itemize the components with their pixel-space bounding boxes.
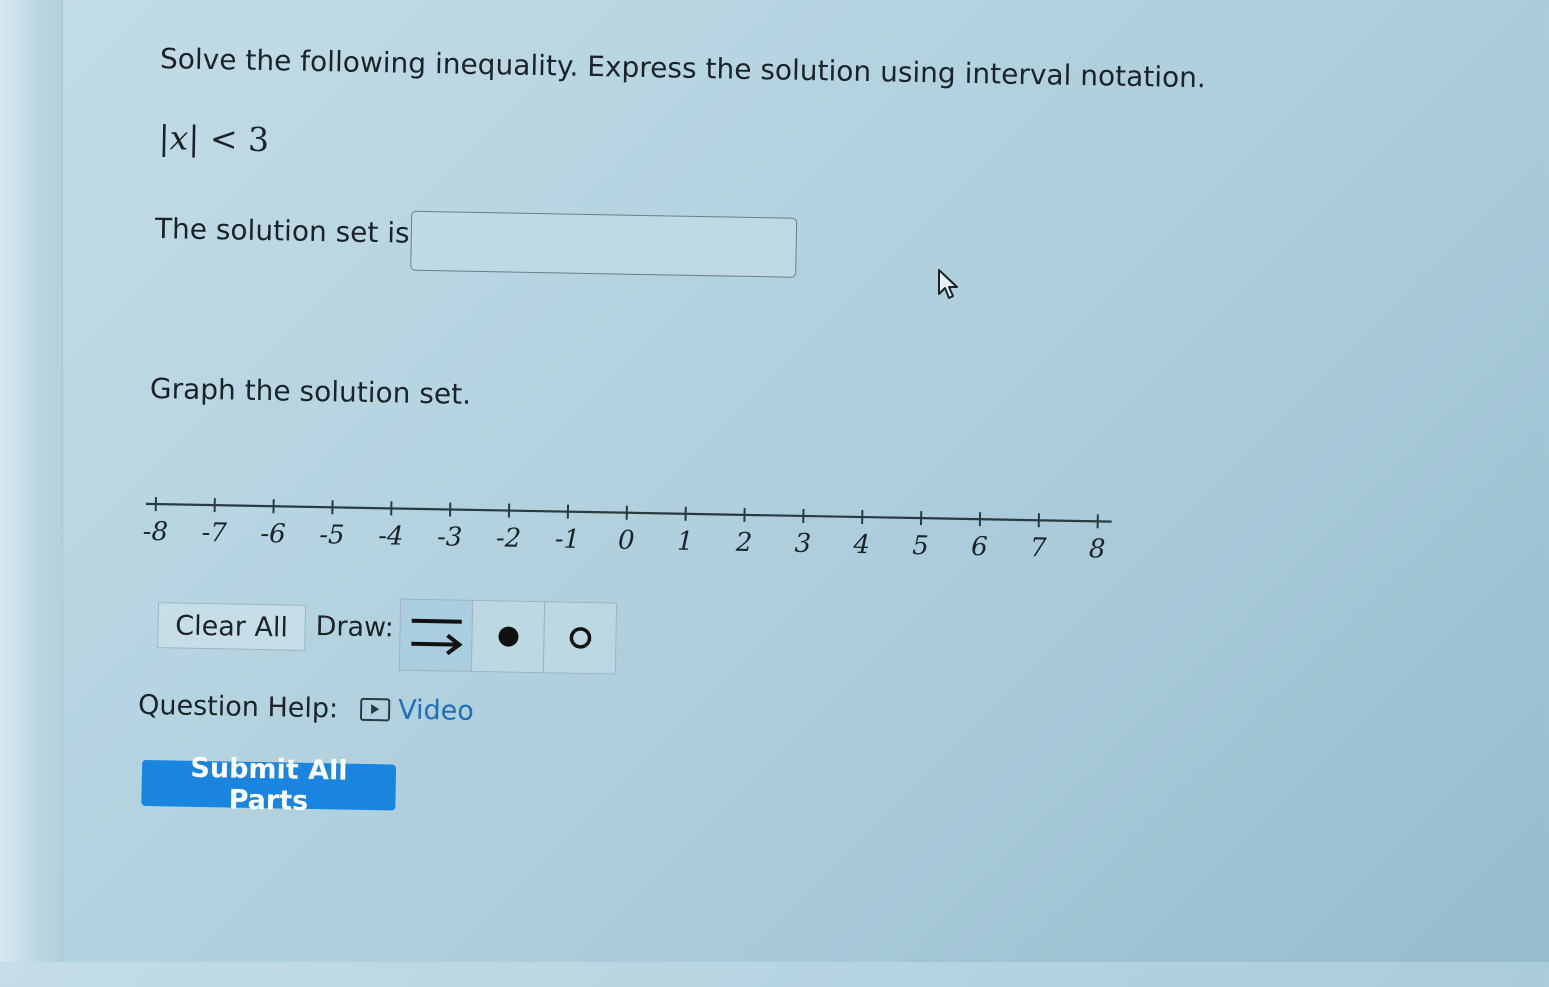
number-line-label: -5 (319, 520, 345, 550)
ray-tool-icon (407, 612, 466, 659)
number-line-label: 1 (677, 527, 694, 557)
number-line-label: 2 (734, 528, 752, 558)
question-help-label: Question Help: (138, 690, 339, 725)
number-line-label: 4 (852, 530, 870, 560)
number-line-label: -2 (496, 523, 522, 553)
number-line-label: -1 (554, 524, 580, 554)
number-line-label: -8 (142, 517, 168, 547)
mouse-pointer-icon (937, 268, 959, 302)
draw-label: Draw: (315, 611, 394, 643)
number-line-label: -4 (378, 521, 404, 551)
question-instruction: Solve the following inequality. Express … (160, 42, 1206, 94)
solution-input[interactable] (410, 211, 797, 278)
number-line-label: -6 (260, 519, 286, 549)
number-line[interactable]: -8 -7 -6 -5 -4 -3 -2 -1 0 1 2 3 4 5 6 7 8 (131, 484, 1132, 572)
draw-toolbar: Clear All Draw: (157, 594, 158, 666)
number-line-label: 6 (971, 532, 988, 562)
closed-dot-icon (493, 621, 524, 652)
submit-all-parts-button[interactable]: Submit All Parts (141, 760, 396, 811)
number-line-label: 0 (618, 526, 635, 556)
open-dot-icon (565, 623, 596, 654)
clear-all-button[interactable]: Clear All (157, 602, 306, 651)
question-panel: Solve the following inequality. Express … (0, 0, 1549, 987)
closed-dot-tool-button[interactable] (471, 600, 545, 673)
number-line-label: -3 (437, 522, 463, 552)
variable-x: x (169, 118, 188, 157)
video-play-icon (360, 698, 390, 722)
number-line-label: 8 (1089, 534, 1106, 564)
inequality-operator: < (210, 119, 238, 159)
video-link-label: Video (398, 695, 474, 727)
number-line-label: 7 (1030, 533, 1048, 563)
inequality-rhs: 3 (248, 120, 270, 159)
open-dot-tool-button[interactable] (543, 601, 617, 674)
number-line-label: 5 (912, 531, 929, 561)
video-help-link[interactable]: Video (360, 694, 474, 727)
number-line-label: 3 (794, 529, 811, 559)
solution-label: The solution set is (155, 212, 410, 250)
number-line-label: -7 (201, 518, 227, 548)
ray-tool-button[interactable] (399, 599, 473, 672)
inequality-expression: |x| < 3 (158, 118, 269, 159)
number-line-axis (146, 504, 1112, 522)
graph-label: Graph the solution set. (150, 372, 472, 411)
